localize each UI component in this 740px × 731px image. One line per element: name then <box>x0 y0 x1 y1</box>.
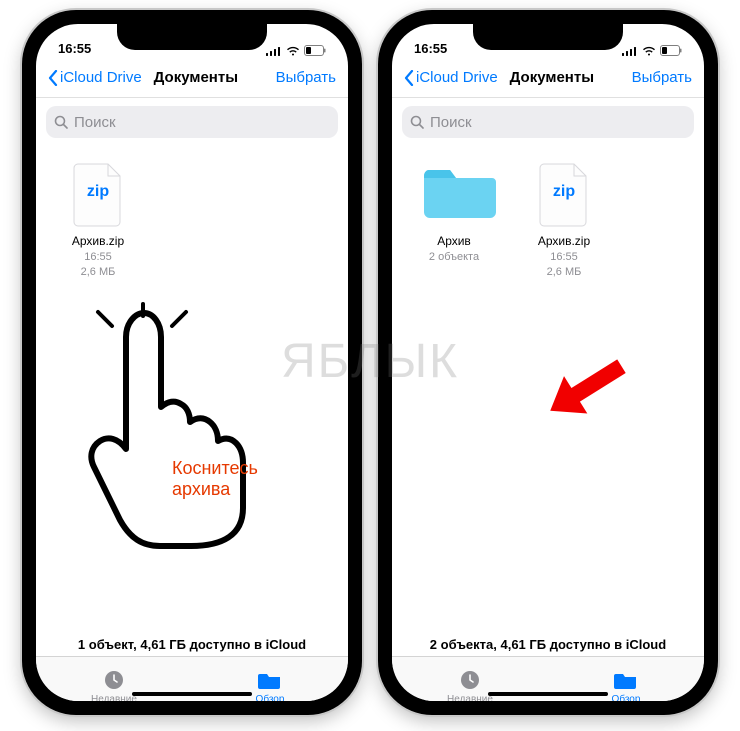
search-placeholder: Поиск <box>74 114 116 131</box>
folder-item[interactable]: Архив 2 объекта <box>410 158 498 280</box>
svg-text:zip: zip <box>87 183 109 200</box>
page-title: Документы <box>142 69 250 86</box>
storage-summary: 2 объекта, 4,61 ГБ доступно в iCloud <box>392 629 704 656</box>
notch <box>117 24 267 50</box>
back-button[interactable]: iCloud Drive <box>48 69 142 86</box>
tab-label: Обзор <box>256 694 285 701</box>
storage-summary: 1 объект, 4,61 ГБ доступно в iCloud <box>36 629 348 656</box>
hint-text: Коснитесь архива <box>172 458 258 499</box>
phone-right: 16:55 iCloud Drive Документы Выбрать Пои… <box>378 10 718 715</box>
screen: 16:55 iCloud Drive Документы Выбрать Пои… <box>392 24 704 701</box>
battery-icon <box>304 45 326 56</box>
status-time: 16:55 <box>414 41 447 56</box>
folder-meta: 2 объекта <box>410 250 498 264</box>
zip-file-icon: zip <box>532 158 596 228</box>
nav-bar: iCloud Drive Документы Выбрать <box>36 58 348 98</box>
back-button[interactable]: iCloud Drive <box>404 69 498 86</box>
screen: 16:55 iCloud Drive Документы Выбрать Пои… <box>36 24 348 701</box>
back-label: iCloud Drive <box>60 69 142 86</box>
phone-left: 16:55 iCloud Drive Документы Выбрать Пои… <box>22 10 362 715</box>
tab-label: Недавние <box>447 694 493 701</box>
search-placeholder: Поиск <box>430 114 472 131</box>
zip-file-icon: zip <box>66 158 130 228</box>
wifi-icon <box>286 46 300 56</box>
search-input[interactable]: Поиск <box>402 106 694 138</box>
folder-icon <box>613 668 639 692</box>
content-area: Архив 2 объекта zip Архив.zip 16:55 <box>392 144 704 629</box>
file-meta-size: 2,6 МБ <box>54 265 142 279</box>
status-right <box>266 45 326 56</box>
page-title: Документы <box>498 69 606 86</box>
back-label: iCloud Drive <box>416 69 498 86</box>
home-indicator[interactable] <box>488 692 608 696</box>
clock-icon <box>457 668 483 692</box>
status-right <box>622 45 682 56</box>
file-name: Архив.zip <box>520 234 608 249</box>
select-button[interactable]: Выбрать <box>606 69 692 86</box>
file-meta-size: 2,6 МБ <box>520 265 608 279</box>
battery-icon <box>660 45 682 56</box>
file-name: Архив.zip <box>54 234 142 249</box>
folder-icon <box>422 158 486 228</box>
signal-icon <box>622 46 638 56</box>
select-button[interactable]: Выбрать <box>250 69 336 86</box>
home-indicator[interactable] <box>132 692 252 696</box>
clock-icon <box>101 668 127 692</box>
chevron-left-icon <box>48 70 58 86</box>
tab-label: Недавние <box>91 694 137 701</box>
wifi-icon <box>642 46 656 56</box>
file-meta-time: 16:55 <box>54 250 142 264</box>
chevron-left-icon <box>404 70 414 86</box>
notch <box>473 24 623 50</box>
signal-icon <box>266 46 282 56</box>
nav-bar: iCloud Drive Документы Выбрать <box>392 58 704 98</box>
search-icon <box>410 115 424 129</box>
file-item[interactable]: zip Архив.zip 16:55 2,6 МБ <box>520 158 608 280</box>
file-item[interactable]: zip Архив.zip 16:55 2,6 МБ <box>54 158 142 280</box>
status-time: 16:55 <box>58 41 91 56</box>
search-icon <box>54 115 68 129</box>
search-input[interactable]: Поиск <box>46 106 338 138</box>
content-area: zip Архив.zip 16:55 2,6 МБ <box>36 144 348 629</box>
tab-label: Обзор <box>612 694 641 701</box>
file-meta-time: 16:55 <box>520 250 608 264</box>
folder-name: Архив <box>410 234 498 249</box>
svg-text:zip: zip <box>553 183 575 200</box>
red-arrow-icon <box>540 359 630 424</box>
folder-icon <box>257 668 283 692</box>
hand-pointer-icon <box>88 302 258 557</box>
